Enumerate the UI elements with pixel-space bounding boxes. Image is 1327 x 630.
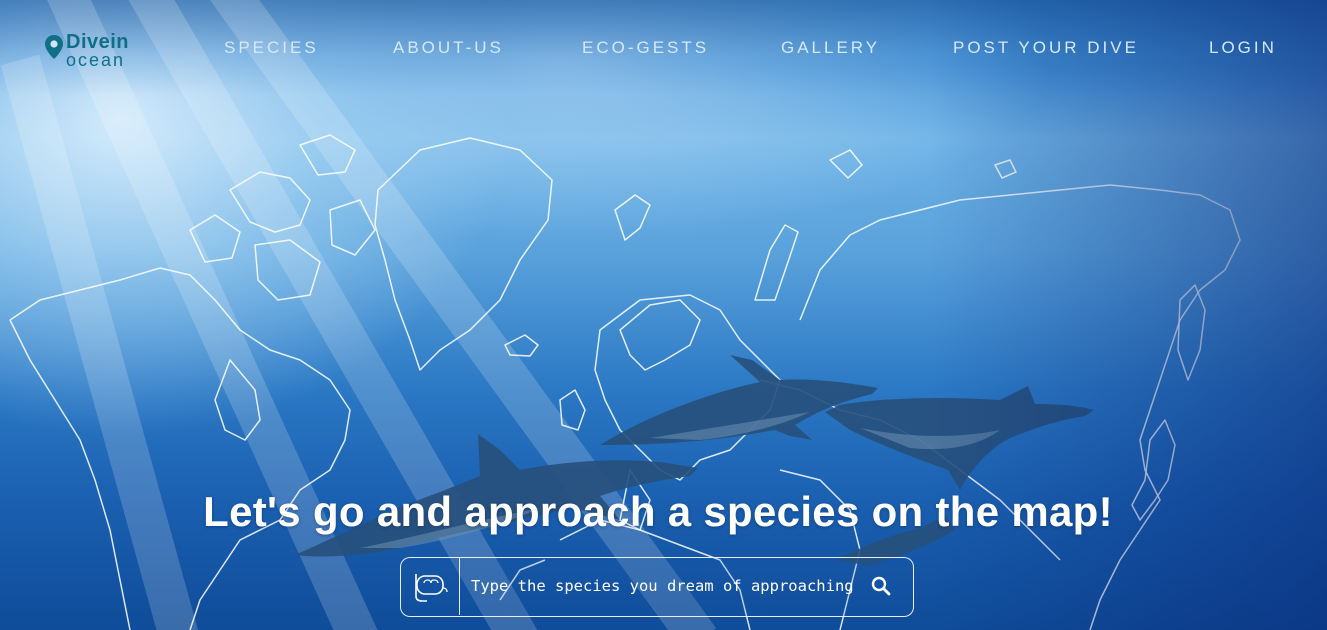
nav-eco-gests[interactable]: ECO-GESTS	[582, 38, 709, 58]
nav-gallery[interactable]: GALLERY	[781, 38, 880, 58]
dolphin-2	[825, 386, 1094, 490]
nav-login[interactable]: LOGIN	[1209, 38, 1277, 58]
nav-post-your-dive[interactable]: POST YOUR DIVE	[953, 38, 1139, 58]
dolphin-1	[600, 355, 878, 445]
brand-logo[interactable]: Divein ocean	[44, 31, 144, 72]
search-category-box[interactable]	[401, 558, 460, 615]
species-search-bar	[400, 557, 914, 617]
hero-headline: Let's go and approach a species on the m…	[203, 488, 1113, 535]
snorkel-mask-icon	[415, 574, 448, 602]
nav-about-us[interactable]: ABOUT-US	[393, 38, 504, 58]
species-search-input[interactable]	[463, 566, 861, 606]
logo-text-bottom: ocean	[66, 50, 126, 70]
location-pin-icon	[45, 35, 63, 59]
search-button[interactable]	[867, 572, 897, 602]
nav-species[interactable]: SPECIES	[224, 38, 319, 58]
search-icon	[871, 576, 891, 596]
